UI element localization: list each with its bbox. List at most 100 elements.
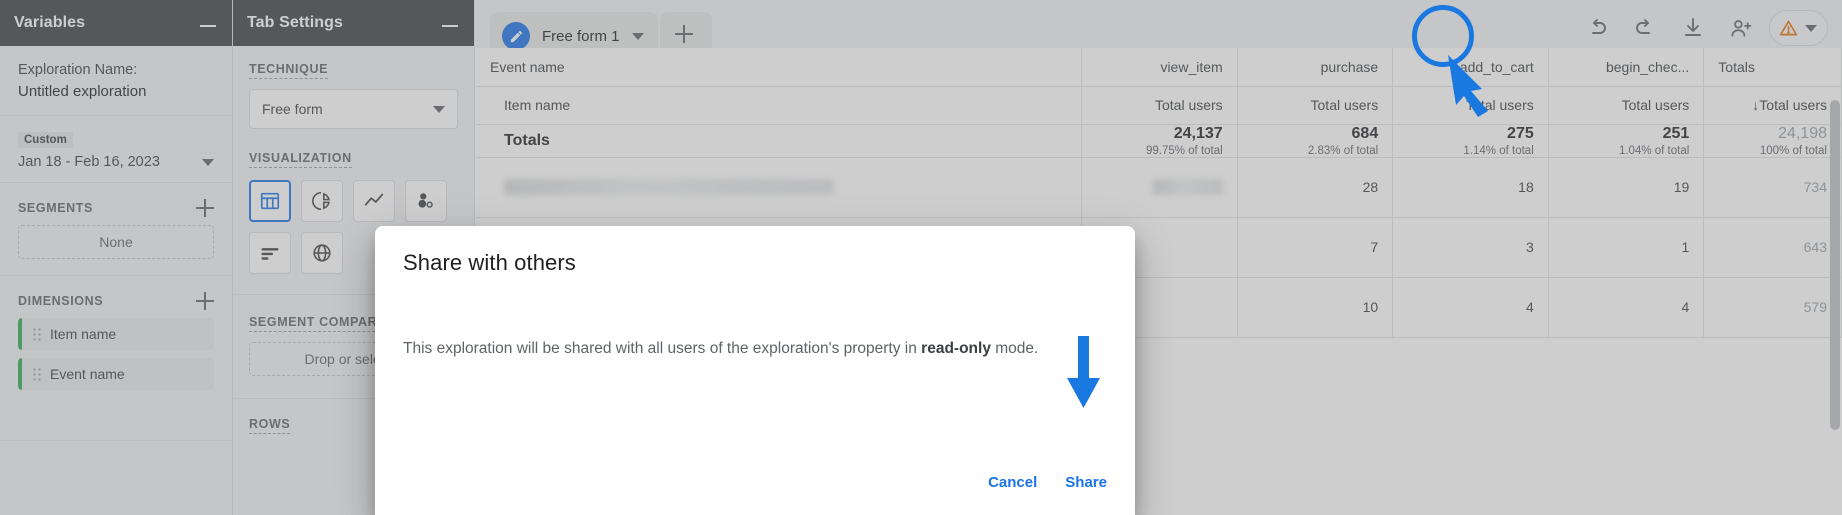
exploration-name-label: Exploration Name:: [18, 62, 138, 78]
donut-viz-icon[interactable]: [301, 180, 343, 222]
drag-handle-icon[interactable]: [32, 327, 42, 341]
undo-icon[interactable]: [1577, 8, 1617, 48]
row-cell: 643: [1703, 217, 1842, 278]
pencil-icon[interactable]: [502, 22, 530, 50]
column-header-sorted[interactable]: ↓Total users: [1703, 86, 1842, 125]
drag-handle-icon[interactable]: [32, 367, 42, 381]
collapse-tab-settings-icon[interactable]: [440, 13, 460, 33]
segments-title: SEGMENTS: [18, 201, 93, 215]
alert-chevron-down-icon[interactable]: [1805, 24, 1817, 32]
column-header[interactable]: Total users: [1081, 86, 1238, 125]
map-viz-icon[interactable]: [301, 232, 343, 274]
totals-value: 684: [1351, 124, 1379, 142]
dimension-label: Event name: [50, 366, 125, 382]
main-toolbar: [1577, 8, 1828, 48]
share-dialog-body: This exploration will be shared with all…: [403, 338, 1107, 360]
technique-chevron-down-icon[interactable]: [433, 105, 445, 113]
row-cell: 4: [1392, 277, 1549, 338]
date-range-row[interactable]: Jan 18 - Feb 16, 2023: [18, 154, 214, 170]
column-header[interactable]: purchase: [1237, 48, 1394, 87]
table-row[interactable]: 28 18 19 734: [476, 157, 1842, 218]
download-icon[interactable]: [1673, 8, 1713, 48]
row-cell: 7: [1237, 217, 1394, 278]
rows-label: ROWS: [249, 417, 291, 434]
variables-panel-header: Variables: [0, 0, 232, 46]
scatter-viz-icon[interactable]: [405, 180, 447, 222]
column-header[interactable]: Event name: [476, 48, 1083, 87]
add-segment-icon[interactable]: [196, 199, 214, 217]
totals-cell: 24,137 99.75% of total: [1081, 124, 1238, 158]
totals-value: 24,137: [1173, 124, 1223, 142]
visualization-label: VISUALIZATION: [249, 151, 352, 168]
exploration-screen: Variables Exploration Name: Untitled exp…: [0, 0, 1842, 515]
redo-icon[interactable]: [1625, 8, 1665, 48]
tab-label: Free form 1: [542, 27, 620, 45]
totals-label: Totals: [476, 124, 1083, 158]
alert-status-pill[interactable]: [1769, 10, 1828, 46]
column-header[interactable]: Total users: [1548, 86, 1705, 125]
dimensions-divider: [0, 440, 232, 441]
table-viz-icon[interactable]: [249, 180, 291, 222]
exploration-name-value[interactable]: Untitled exploration: [18, 81, 214, 103]
technique-value: Free form: [262, 101, 323, 117]
table-vertical-scrollbar[interactable]: [1830, 100, 1840, 430]
column-header[interactable]: Item name: [476, 86, 1083, 125]
column-header[interactable]: view_item: [1081, 48, 1238, 87]
date-range-chip: Custom: [18, 132, 73, 148]
tab-settings-panel-title: Tab Settings: [247, 14, 344, 31]
exploration-name-section: Exploration Name: Untitled exploration: [0, 46, 232, 116]
collapse-variables-icon[interactable]: [198, 13, 218, 33]
totals-cell: 251 1.04% of total: [1548, 124, 1705, 158]
line-viz-icon[interactable]: [353, 180, 395, 222]
date-range-section[interactable]: Custom Jan 18 - Feb 16, 2023: [0, 116, 232, 183]
bar-viz-icon[interactable]: [249, 232, 291, 274]
add-dimension-icon[interactable]: [196, 292, 214, 310]
column-header[interactable]: Total users: [1237, 86, 1394, 125]
column-header-label: Total users: [1759, 97, 1827, 113]
row-cell: 734: [1703, 157, 1842, 218]
totals-subvalue: 1.04% of total: [1618, 144, 1690, 157]
plus-icon: [674, 25, 697, 47]
share-person-add-icon[interactable]: [1721, 8, 1761, 48]
dimensions-section-header: DIMENSIONS: [0, 276, 232, 318]
totals-value: 275: [1507, 124, 1534, 142]
share-dialog-body-suffix: mode.: [990, 340, 1039, 357]
table-header-row-events: Event name view_item purchase add_to_car…: [476, 48, 1842, 87]
technique-select[interactable]: Free form: [249, 89, 458, 129]
row-cell: 1: [1548, 217, 1705, 278]
table-header-row-metrics: Item name Total users Total users Total …: [476, 86, 1842, 125]
totals-subvalue: 99.75% of total: [1145, 144, 1223, 157]
share-dialog: Share with others This exploration will …: [375, 226, 1135, 515]
date-range-chevron-down-icon[interactable]: [202, 158, 214, 166]
table-row-totals: Totals 24,137 99.75% of total 684 2.83% …: [476, 124, 1842, 158]
column-header[interactable]: begin_chec...: [1548, 48, 1705, 87]
share-dialog-body-prefix: This exploration will be shared with all…: [403, 340, 922, 357]
technique-section: TECHNIQUE Free form: [233, 46, 474, 129]
date-range-value: Jan 18 - Feb 16, 2023: [18, 154, 160, 170]
row-cell: 4: [1548, 277, 1705, 338]
totals-value: 251: [1662, 124, 1690, 142]
row-cell: [1081, 157, 1238, 218]
technique-label: TECHNIQUE: [249, 62, 329, 79]
tab-chevron-down-icon[interactable]: [631, 32, 644, 40]
segment-comparison-label: SEGMENT COMPARIS: [249, 315, 391, 332]
totals-subvalue: 2.83% of total: [1307, 144, 1379, 157]
totals-cell: 684 2.83% of total: [1237, 124, 1394, 158]
totals-label-text: Totals: [504, 131, 550, 149]
row-cell: 10: [1237, 277, 1394, 338]
share-button[interactable]: Share: [1065, 474, 1107, 491]
variables-panel: Variables Exploration Name: Untitled exp…: [0, 0, 233, 515]
column-header[interactable]: add_to_cart: [1392, 48, 1549, 87]
row-cell: 19: [1548, 157, 1705, 218]
row-cell: 3: [1392, 217, 1549, 278]
column-header[interactable]: Total users: [1392, 86, 1549, 125]
cancel-button[interactable]: Cancel: [988, 474, 1037, 491]
list-item[interactable]: Item name: [18, 318, 214, 350]
segments-none-dropzone[interactable]: None: [18, 225, 214, 259]
warning-triangle-icon: [1779, 20, 1798, 35]
row-cell: 28: [1237, 157, 1394, 218]
column-header[interactable]: Totals: [1703, 48, 1842, 87]
totals-value: 24,198: [1778, 124, 1827, 142]
list-item[interactable]: Event name: [18, 358, 214, 390]
segments-section-header: SEGMENTS: [0, 183, 232, 225]
